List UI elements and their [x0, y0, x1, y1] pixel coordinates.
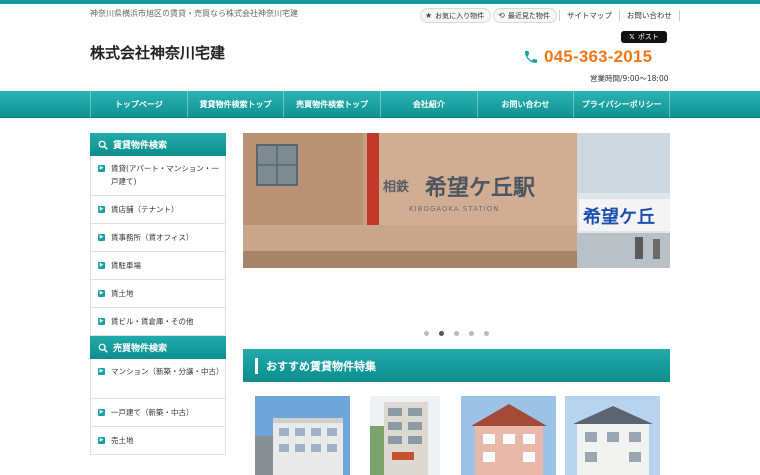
- x-post-label: ポスト: [637, 33, 659, 41]
- phone-block: 045-363-2015: [523, 47, 652, 67]
- sale-heading-label: 売買物件検索: [113, 344, 168, 354]
- x-post-button[interactable]: 𝕏 ポスト: [621, 31, 667, 43]
- property-photo-3[interactable]: [461, 396, 556, 475]
- sidebar-item-rental-parking[interactable]: ▶ 賃駐車場: [90, 252, 226, 280]
- slider-dot[interactable]: [484, 331, 489, 336]
- slider-dot-active[interactable]: [439, 331, 444, 336]
- property-photo-2[interactable]: [370, 396, 440, 475]
- slide-next-photo: 希望ケ丘: [577, 133, 670, 268]
- chevron-right-icon: ▶: [98, 290, 105, 297]
- nav-rental-search[interactable]: 賃貸物件検索トップ: [186, 91, 284, 118]
- company-logo[interactable]: 株式会社神奈川宅建: [90, 42, 225, 63]
- search-icon: [98, 140, 108, 150]
- sidebar-item-sale-house[interactable]: ▶ 一戸建て（新築・中古）: [90, 399, 226, 427]
- station-sign-small: 相鉄: [383, 179, 409, 195]
- chevron-right-icon: ▶: [98, 165, 105, 172]
- station-sign-roman: KIBOGAOKA STATION: [409, 205, 499, 213]
- favorites-label: お気に入り物件: [435, 11, 485, 20]
- property-photo-4[interactable]: [565, 396, 660, 475]
- hero-slider[interactable]: 相鉄 希望ケ丘駅 KIBOGAOKA STATION 希望ケ丘: [243, 133, 670, 345]
- sidebar-item-label: マンション（新築・分譲・中古）: [111, 367, 224, 376]
- header-links: ★ お気に入り物件 ⟲ 最近見た物件 サイトマップ お問い合わせ: [420, 8, 680, 23]
- search-icon: [98, 343, 108, 353]
- nav-privacy[interactable]: プライバシーポリシー: [573, 91, 671, 118]
- slide-station-photo: 相鉄 希望ケ丘駅 KIBOGAOKA STATION: [243, 133, 577, 268]
- sidebar-item-rental-building[interactable]: ▶ 賃ビル・賃倉庫・その他: [90, 308, 226, 336]
- sidebar-item-sale-land[interactable]: ▶ 売土地: [90, 427, 226, 455]
- nav-contact[interactable]: お問い合わせ: [476, 91, 574, 118]
- sitemap-link[interactable]: サイトマップ: [558, 10, 619, 21]
- sidebar-item-label: 賃駐車場: [111, 261, 141, 270]
- favorites-button[interactable]: ★ お気に入り物件: [420, 8, 492, 23]
- featured-section-heading: おすすめ賃貸物件特集: [243, 349, 670, 382]
- sidebar-item-sale-mansion[interactable]: ▶ マンション（新築・分譲・中古）: [90, 359, 226, 399]
- featured-properties: [255, 396, 665, 475]
- station-sign-main: 希望ケ丘駅: [425, 175, 535, 201]
- chevron-right-icon: ▶: [98, 437, 105, 444]
- sidebar-item-rental-residence[interactable]: ▶ 賃貸(アパート・マンション・一戸建て): [90, 156, 226, 196]
- slider-dots: [243, 331, 670, 336]
- sidebar-item-label: 賃貸(アパート・マンション・一戸建て): [111, 164, 219, 186]
- sidebar-item-rental-land[interactable]: ▶ 賃土地: [90, 280, 226, 308]
- sidebar-item-label: 賃土地: [111, 289, 134, 298]
- chevron-right-icon: ▶: [98, 206, 105, 213]
- top-accent-bar: [0, 0, 760, 4]
- sidebar-item-label: 賃ビル・賃倉庫・その他: [111, 317, 194, 326]
- phone-number[interactable]: 045-363-2015: [544, 47, 652, 67]
- star-icon: ★: [425, 11, 433, 20]
- next-slide-text: 希望ケ丘: [583, 206, 655, 228]
- sidebar-item-label: 賃店舗（テナント）: [111, 205, 179, 214]
- heading-accent-bar: [255, 357, 258, 374]
- property-photo-1[interactable]: [255, 396, 350, 475]
- chevron-right-icon: ▶: [98, 262, 105, 269]
- global-nav: トップページ 賃貸物件検索トップ 売買物件検索トップ 会社紹介 お問い合わせ プ…: [0, 91, 760, 118]
- nav-top[interactable]: トップページ: [90, 91, 187, 118]
- site-tagline: 神奈川県横浜市旭区の賃貸・売買なら株式会社神奈川宅建: [90, 9, 298, 18]
- sidebar-item-rental-store[interactable]: ▶ 賃店舗（テナント）: [90, 196, 226, 224]
- contact-link[interactable]: お問い合わせ: [618, 10, 680, 21]
- slider-dot[interactable]: [454, 331, 459, 336]
- x-icon: 𝕏: [629, 33, 635, 41]
- history-icon: ⟲: [498, 11, 505, 20]
- sidebar-item-label: 売土地: [111, 436, 134, 445]
- recent-button[interactable]: ⟲ 最近見た物件: [493, 8, 557, 23]
- rental-heading-label: 賃貸物件検索: [113, 141, 168, 151]
- sidebar-item-rental-office[interactable]: ▶ 賃事務所（賃オフィス）: [90, 224, 226, 252]
- business-hours: 営業時間/9:00～18:00: [590, 74, 669, 83]
- chevron-right-icon: ▶: [98, 318, 105, 325]
- chevron-right-icon: ▶: [98, 409, 105, 416]
- sidebar-item-label: 賃事務所（賃オフィス）: [111, 233, 194, 242]
- slider-dot[interactable]: [469, 331, 474, 336]
- slider-dot[interactable]: [424, 331, 429, 336]
- rental-search-heading: 賃貸物件検索: [90, 133, 226, 156]
- sale-search-heading: 売買物件検索: [90, 336, 226, 359]
- nav-company[interactable]: 会社紹介: [380, 91, 477, 118]
- sidebar: 賃貸物件検索 ▶ 賃貸(アパート・マンション・一戸建て) ▶ 賃店舗（テナント）…: [90, 133, 226, 455]
- chevron-right-icon: ▶: [98, 234, 105, 241]
- recent-label: 最近見た物件: [507, 11, 550, 20]
- sidebar-item-label: 一戸建て（新築・中古）: [111, 408, 194, 417]
- chevron-right-icon: ▶: [98, 368, 105, 375]
- featured-title: おすすめ賃貸物件特集: [266, 359, 376, 373]
- nav-sale-search[interactable]: 売買物件検索トップ: [283, 91, 380, 118]
- phone-icon: [525, 51, 537, 63]
